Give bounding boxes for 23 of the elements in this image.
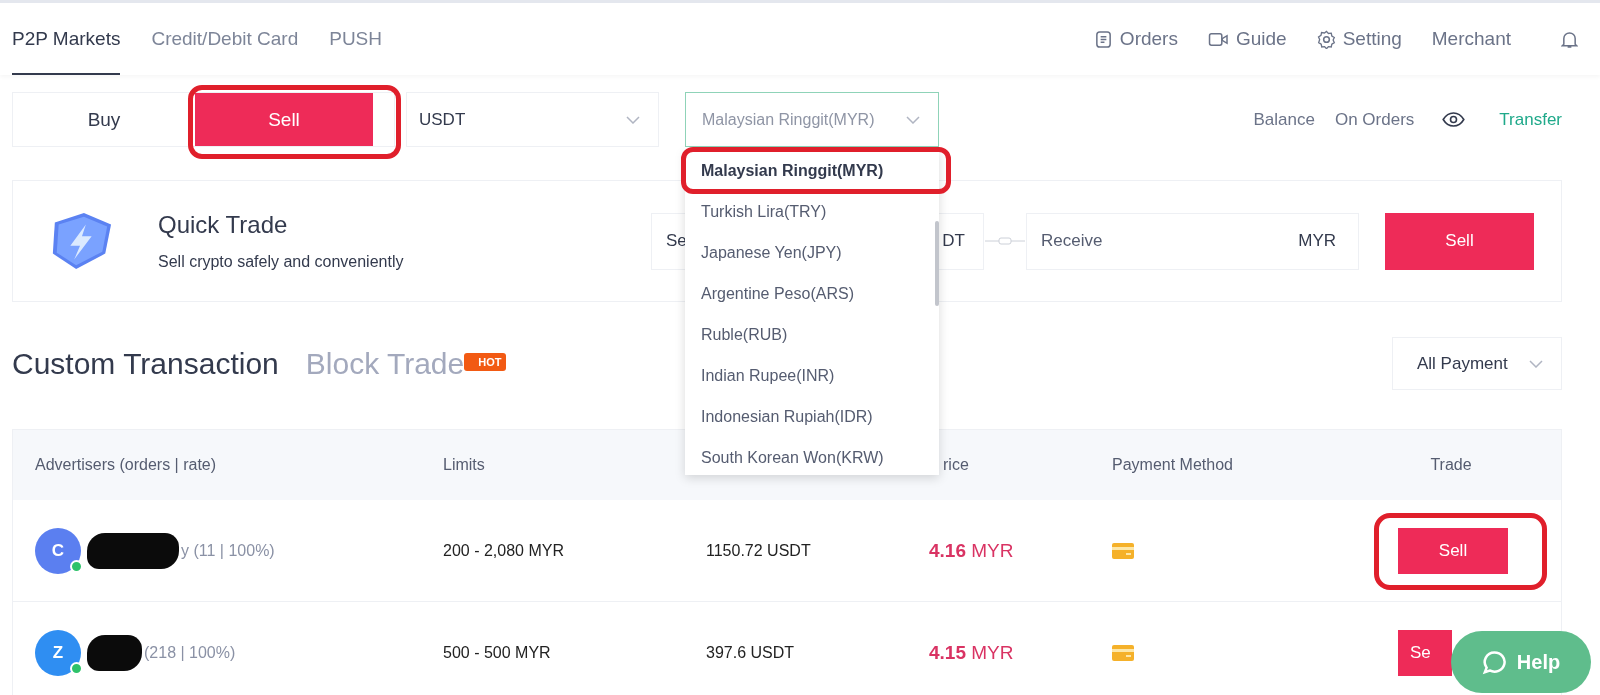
card-subtitle: Sell crypto safely and conveniently: [158, 253, 404, 271]
price-cell-text: 4.15 MYR: [929, 641, 1015, 664]
nav-link-label: Orders: [1119, 28, 1178, 50]
column-header: Limits: [443, 456, 486, 474]
avatar: C: [35, 527, 81, 574]
limits-cell-text: 200 - 2,080 MYR: [443, 541, 565, 560]
on-orders-label: On Orders: [1334, 109, 1415, 130]
advertiser-stats: (218 | 100%): [144, 643, 236, 662]
column-header: Advertisers (orders | rate): [34, 456, 218, 474]
column-header: Payment Method: [1112, 456, 1234, 474]
nav-link-label: Guide: [1235, 28, 1287, 50]
hot-badge: HOT: [464, 352, 507, 371]
available-cell-text: 397.6 USDT: [706, 643, 796, 662]
avatar: Z: [35, 629, 81, 676]
limits-cell-text: 500 - 500 MYR: [443, 643, 552, 662]
advertiser-stats: y (11 | 100%): [181, 541, 275, 560]
column-header: rice: [942, 456, 970, 474]
column-header: Trade: [1429, 456, 1473, 474]
price-cell-text: 4.16 MYR: [929, 539, 1015, 562]
nav-link-label: Setting: [1342, 28, 1402, 50]
balance-label: Balance: [1253, 109, 1315, 130]
available-cell-text: 1150.72 USDT: [706, 541, 812, 560]
card-title: Quick Trade: [158, 211, 289, 239]
